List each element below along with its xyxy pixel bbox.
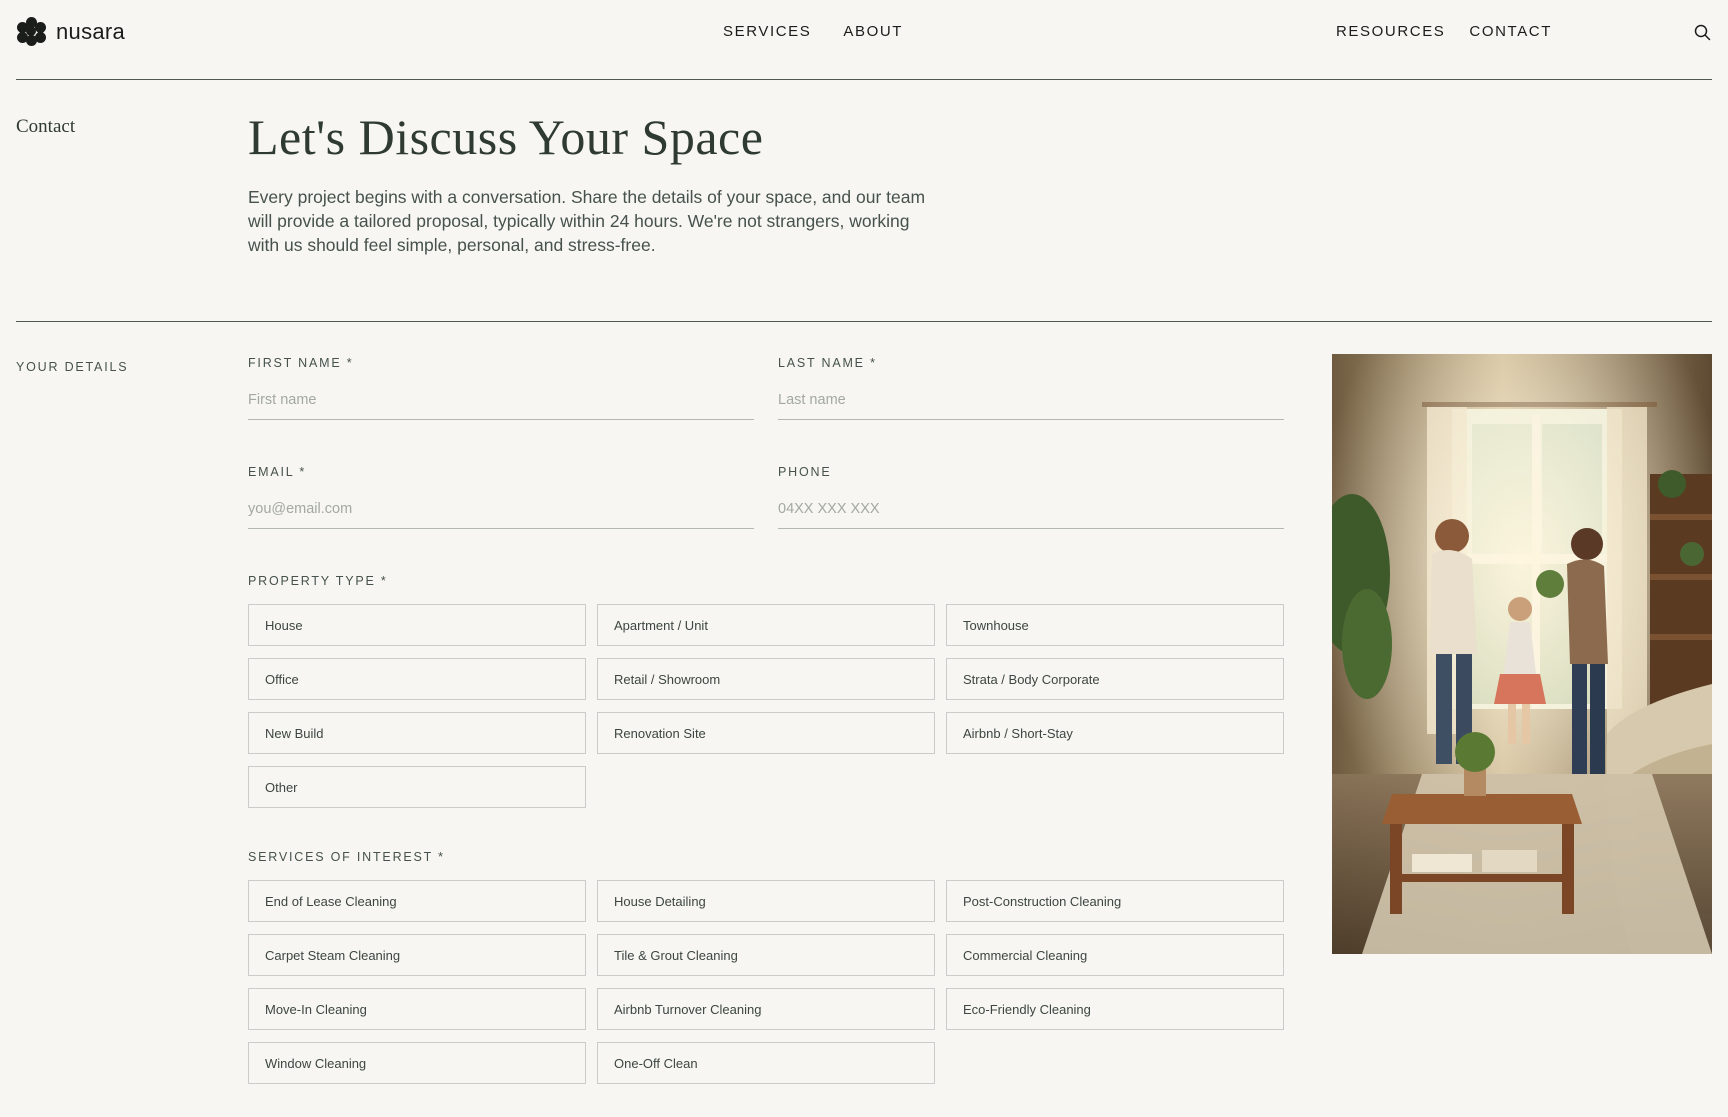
nav-contact[interactable]: CONTACT — [1469, 23, 1552, 40]
phone-label: PHONE — [778, 465, 832, 479]
nusara-logo-mark — [17, 17, 46, 46]
section-label-contact: Contact — [16, 116, 76, 137]
page-title: Let's Discuss Your Space — [248, 109, 764, 165]
header-divider — [16, 79, 1712, 80]
property-option-office[interactable]: Office — [248, 658, 586, 700]
service-option-eco-friendly[interactable]: Eco-Friendly Cleaning — [946, 988, 1284, 1030]
section-divider — [16, 321, 1712, 322]
email-input[interactable] — [248, 489, 754, 529]
brand-name: nusara — [56, 18, 126, 44]
property-option-other[interactable]: Other — [248, 766, 586, 808]
service-option-carpet-steam[interactable]: Carpet Steam Cleaning — [248, 934, 586, 976]
search-icon[interactable] — [1694, 24, 1711, 41]
nav-services[interactable]: SERVICES — [723, 23, 811, 40]
service-option-end-of-lease[interactable]: End of Lease Cleaning — [248, 880, 586, 922]
property-option-townhouse[interactable]: Townhouse — [946, 604, 1284, 646]
service-option-post-construction[interactable]: Post-Construction Cleaning — [946, 880, 1284, 922]
service-option-move-in[interactable]: Move-In Cleaning — [248, 988, 586, 1030]
section-label-your-details: YOUR DETAILS — [16, 360, 129, 374]
service-option-airbnb-turnover[interactable]: Airbnb Turnover Cleaning — [597, 988, 935, 1030]
phone-input[interactable] — [778, 489, 1284, 529]
email-label: EMAIL * — [248, 465, 306, 479]
last-name-input[interactable] — [778, 380, 1284, 420]
service-option-tile-grout[interactable]: Tile & Grout Cleaning — [597, 934, 935, 976]
property-option-new-build[interactable]: New Build — [248, 712, 586, 754]
first-name-input[interactable] — [248, 380, 754, 420]
nav-resources[interactable]: RESOURCES — [1336, 23, 1445, 40]
service-option-window[interactable]: Window Cleaning — [248, 1042, 586, 1084]
primary-nav: SERVICES ABOUT — [723, 23, 903, 40]
services-label: SERVICES OF INTEREST * — [248, 850, 445, 864]
secondary-nav: RESOURCES CONTACT — [1336, 23, 1552, 40]
property-option-house[interactable]: House — [248, 604, 586, 646]
family-living-room-photo — [1332, 354, 1712, 954]
property-option-retail[interactable]: Retail / Showroom — [597, 658, 935, 700]
intro-paragraph: Every project begins with a conversation… — [248, 187, 926, 255]
property-option-apartment[interactable]: Apartment / Unit — [597, 604, 935, 646]
brand-logo[interactable]: nusara — [17, 17, 125, 46]
property-option-strata[interactable]: Strata / Body Corporate — [946, 658, 1284, 700]
service-option-commercial[interactable]: Commercial Cleaning — [946, 934, 1284, 976]
first-name-label: FIRST NAME * — [248, 356, 354, 370]
property-option-renovation[interactable]: Renovation Site — [597, 712, 935, 754]
property-option-airbnb[interactable]: Airbnb / Short-Stay — [946, 712, 1284, 754]
service-option-one-off[interactable]: One-Off Clean — [597, 1042, 935, 1084]
contact-page: nusara SERVICES ABOUT RESOURCES CONTACT … — [0, 0, 1728, 1117]
site-header: nusara SERVICES ABOUT RESOURCES CONTACT — [0, 0, 1728, 80]
service-option-house-detailing[interactable]: House Detailing — [597, 880, 935, 922]
nav-about[interactable]: ABOUT — [843, 23, 903, 40]
property-type-label: PROPERTY TYPE * — [248, 574, 388, 588]
last-name-label: LAST NAME * — [778, 356, 877, 370]
